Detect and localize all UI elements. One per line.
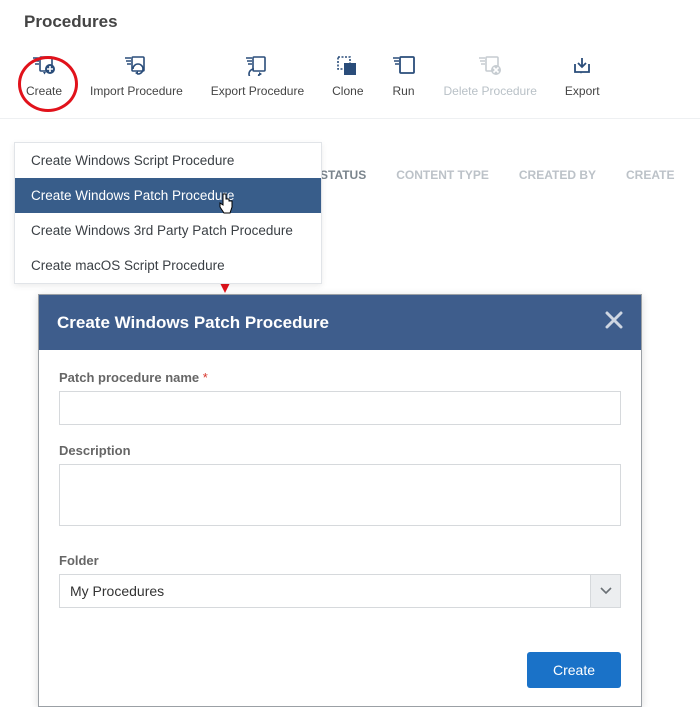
column-created[interactable]: CREATE <box>626 168 674 182</box>
column-created-by[interactable]: CREATED BY <box>519 168 596 182</box>
create-button[interactable]: Create <box>12 46 76 106</box>
toolbar-label: Import Procedure <box>90 84 183 98</box>
dropdown-item-windows-patch[interactable]: Create Windows Patch Procedure <box>15 178 321 213</box>
folder-label: Folder <box>59 553 621 568</box>
toolbar-label: Clone <box>332 84 363 98</box>
chevron-down-icon <box>600 587 612 595</box>
import-procedure-button[interactable]: Import Procedure <box>76 46 197 106</box>
export-procedure-button[interactable]: Export Procedure <box>197 46 318 106</box>
export-button[interactable]: Export <box>551 46 614 106</box>
dialog-title: Create Windows Patch Procedure <box>57 313 329 333</box>
clone-button[interactable]: Clone <box>318 46 377 106</box>
page-title: Procedures <box>0 0 700 46</box>
delete-procedure-button: Delete Procedure <box>430 46 551 106</box>
toolbar-label: Create <box>26 84 62 98</box>
toolbar: Create Import Procedure Export Procedure… <box>0 46 700 119</box>
patch-procedure-name-input[interactable] <box>59 391 621 425</box>
description-label: Description <box>59 443 621 458</box>
run-button[interactable]: Run <box>378 46 430 106</box>
import-icon <box>124 54 148 78</box>
dropdown-item-windows-3rd-party[interactable]: Create Windows 3rd Party Patch Procedure <box>15 213 321 248</box>
toolbar-label: Delete Procedure <box>444 84 537 98</box>
folder-dropdown-button[interactable] <box>591 574 621 608</box>
column-status[interactable]: STATUS <box>320 168 366 182</box>
close-icon[interactable] <box>605 311 623 334</box>
export-procedure-icon <box>245 54 269 78</box>
name-label: Patch procedure name * <box>59 370 621 385</box>
create-dropdown: Create Windows Script Procedure Create W… <box>14 142 322 284</box>
clone-icon <box>336 54 360 78</box>
dialog-body: Patch procedure name * Description Folde… <box>39 350 641 706</box>
dropdown-item-windows-script[interactable]: Create Windows Script Procedure <box>15 143 321 178</box>
column-content-type[interactable]: CONTENT TYPE <box>396 168 489 182</box>
folder-select[interactable]: My Procedures <box>59 574 591 608</box>
dialog-header: Create Windows Patch Procedure <box>39 295 641 350</box>
dialog-footer: Create <box>59 608 621 688</box>
description-textarea[interactable] <box>59 464 621 526</box>
run-icon <box>392 54 416 78</box>
toolbar-label: Export <box>565 84 600 98</box>
toolbar-label: Export Procedure <box>211 84 304 98</box>
folder-select-row: My Procedures <box>59 574 621 608</box>
delete-icon <box>478 54 502 78</box>
create-icon <box>32 54 56 78</box>
required-mark: * <box>203 370 208 385</box>
column-headers: STATUS CONTENT TYPE CREATED BY CREATE <box>320 150 700 200</box>
export-icon <box>570 54 594 78</box>
toolbar-label: Run <box>392 84 414 98</box>
create-submit-button[interactable]: Create <box>527 652 621 688</box>
dropdown-item-macos-script[interactable]: Create macOS Script Procedure <box>15 248 321 283</box>
create-patch-dialog: Create Windows Patch Procedure Patch pro… <box>38 294 642 707</box>
